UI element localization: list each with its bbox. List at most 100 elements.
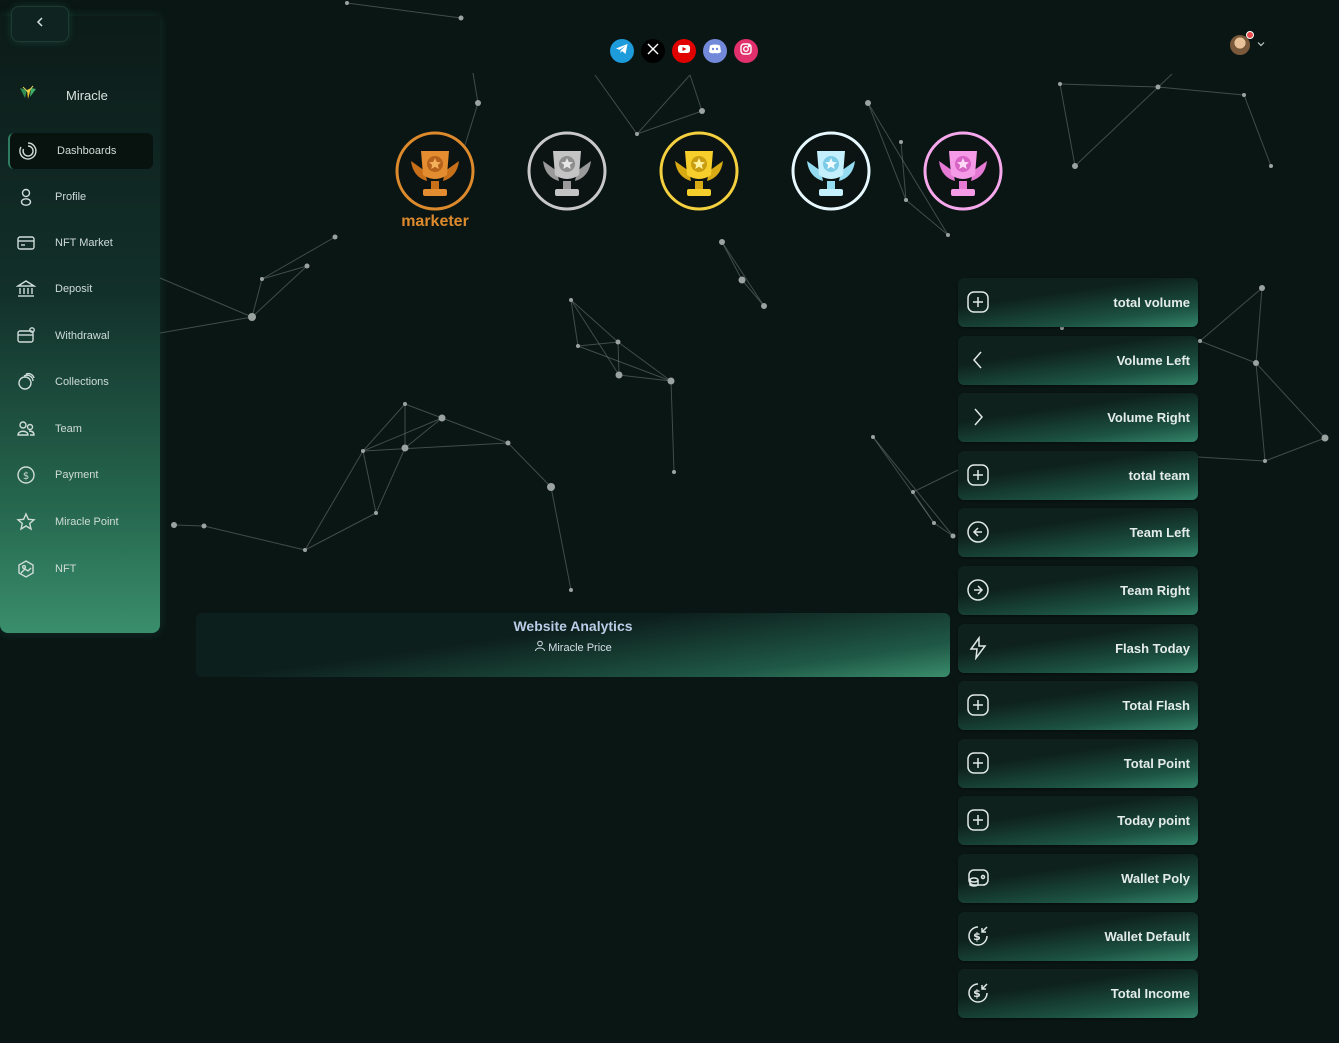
sidebar-item-nft[interactable]: NFT xyxy=(8,551,151,587)
stat-label: Today point xyxy=(1117,813,1190,828)
stack-icon xyxy=(16,372,36,392)
brand[interactable]: Miracle xyxy=(18,84,108,107)
sidebar-item-deposit[interactable]: Deposit xyxy=(8,271,151,307)
stat-label: Team Right xyxy=(1120,583,1190,598)
hexagon-image-icon xyxy=(16,559,36,579)
sidebar-item-dashboards[interactable]: Dashboards xyxy=(8,133,153,169)
sidebar-item-miracle-point[interactable]: Miracle Point xyxy=(8,504,151,540)
dollar-refresh-icon: $ xyxy=(966,924,990,948)
chevron-left-icon xyxy=(34,15,46,33)
avatar xyxy=(1230,31,1254,55)
analytics-title: Website Analytics xyxy=(513,618,633,634)
sidebar-item-profile[interactable]: Profile xyxy=(8,179,151,215)
plus-square-icon xyxy=(966,463,990,487)
chevron-left-icon xyxy=(966,348,990,372)
user-menu[interactable] xyxy=(1230,31,1266,55)
stat-card-total-flash[interactable]: Total Flash xyxy=(958,681,1198,730)
stat-card-today-point[interactable]: Today point xyxy=(958,796,1198,845)
plus-square-icon xyxy=(966,751,990,775)
youtube-link[interactable] xyxy=(672,39,696,63)
miracle-logo-icon xyxy=(18,84,38,107)
svg-text:$: $ xyxy=(973,987,981,1000)
stat-card-total-point[interactable]: Total Point xyxy=(958,739,1198,788)
instagram-link[interactable] xyxy=(734,39,758,63)
stat-card-team-right[interactable]: Team Right xyxy=(958,566,1198,615)
pink-trophy-icon xyxy=(923,131,1003,211)
notification-dot xyxy=(1246,31,1254,39)
sidebar: Miracle Dashboards Profile NFT Market De… xyxy=(0,16,160,633)
x-link[interactable] xyxy=(641,39,665,63)
svg-text:$: $ xyxy=(973,930,981,943)
stat-card-volume-left[interactable]: Volume Left xyxy=(958,336,1198,385)
stat-card-wallet-default[interactable]: $ Wallet Default xyxy=(958,912,1198,961)
plus-square-icon xyxy=(966,290,990,314)
stat-label: Total Income xyxy=(1110,986,1190,1001)
stat-card-total-volume[interactable]: total volume xyxy=(958,278,1198,327)
brand-name: Miracle xyxy=(66,88,108,103)
sidebar-item-label: Dashboards xyxy=(57,145,117,157)
loading-circle-icon xyxy=(18,141,38,161)
lightning-icon xyxy=(966,636,990,660)
instagram-icon xyxy=(739,42,753,61)
sidebar-item-label: Withdrawal xyxy=(55,330,110,342)
plus-square-icon xyxy=(966,808,990,832)
stat-label: Flash Today xyxy=(1115,641,1190,656)
website-analytics-card: Website Analytics Miracle Price xyxy=(196,613,950,677)
stat-label: total team xyxy=(1128,468,1190,483)
stat-card-total-income[interactable]: $ Total Income xyxy=(958,969,1198,1018)
arrow-left-circle-icon xyxy=(966,520,990,544)
sidebar-item-label: NFT Market xyxy=(55,237,113,249)
youtube-icon xyxy=(677,42,691,61)
stat-card-flash-today[interactable]: Flash Today xyxy=(958,624,1198,673)
sidebar-item-payment[interactable]: $ Payment xyxy=(8,457,151,493)
stat-label: Total Flash xyxy=(1122,698,1190,713)
star-icon xyxy=(16,512,36,532)
sidebar-item-label: Miracle Point xyxy=(55,516,119,528)
stat-label: Volume Left xyxy=(1116,353,1190,368)
social-links xyxy=(610,39,758,63)
diamond-trophy-icon xyxy=(791,131,871,211)
arrow-right-circle-icon xyxy=(966,578,990,602)
current-rank-label: marketer xyxy=(401,213,469,230)
stat-card-wallet-poly[interactable]: Wallet Poly xyxy=(958,854,1198,903)
stat-label: Volume Right xyxy=(1107,410,1190,425)
stat-label: Wallet Poly xyxy=(1121,871,1190,886)
sidebar-item-label: Team xyxy=(55,423,82,435)
dollar-refresh-icon: $ xyxy=(966,981,990,1005)
sidebar-item-label: Profile xyxy=(55,191,87,203)
stat-label: Wallet Default xyxy=(1104,929,1190,944)
stat-card-team-left[interactable]: Team Left xyxy=(958,508,1198,557)
sidebar-item-label: Deposit xyxy=(55,283,93,295)
svg-text:$: $ xyxy=(23,471,29,482)
sidebar-item-withdrawal[interactable]: Withdrawal xyxy=(8,318,151,354)
discord-link[interactable] xyxy=(703,39,727,63)
gold-trophy-icon xyxy=(659,131,739,211)
stat-label: Total Point xyxy=(1123,756,1190,771)
people-icon xyxy=(16,419,36,439)
chevron-down-icon xyxy=(1256,36,1266,54)
discord-icon xyxy=(708,42,722,61)
sidebar-item-team[interactable]: Team xyxy=(8,411,151,447)
sidebar-item-nft-market[interactable]: NFT Market xyxy=(8,225,151,261)
chevron-right-icon xyxy=(966,405,990,429)
person-icon xyxy=(16,187,36,207)
telegram-link[interactable] xyxy=(610,39,634,63)
stat-card-volume-right[interactable]: Volume Right xyxy=(958,393,1198,442)
stat-label: Team Left xyxy=(1129,525,1190,540)
coins-wallet-icon xyxy=(966,866,990,890)
sidebar-collapse-button[interactable] xyxy=(11,6,69,42)
x-icon xyxy=(646,42,660,61)
telegram-icon xyxy=(615,42,629,61)
plus-square-icon xyxy=(966,693,990,717)
sidebar-item-collections[interactable]: Collections xyxy=(8,364,151,400)
card-icon xyxy=(16,233,36,253)
bank-icon xyxy=(16,279,36,299)
person-icon xyxy=(534,640,546,655)
stat-card-total-team[interactable]: total team xyxy=(958,451,1198,500)
silver-trophy-icon xyxy=(527,131,607,211)
wallet-card-icon xyxy=(16,326,36,346)
sidebar-item-label: Payment xyxy=(55,469,99,481)
sidebar-item-label: Collections xyxy=(55,376,109,388)
sidebar-item-label: NFT xyxy=(55,563,77,575)
analytics-subtitle-text: Miracle Price xyxy=(548,641,612,654)
